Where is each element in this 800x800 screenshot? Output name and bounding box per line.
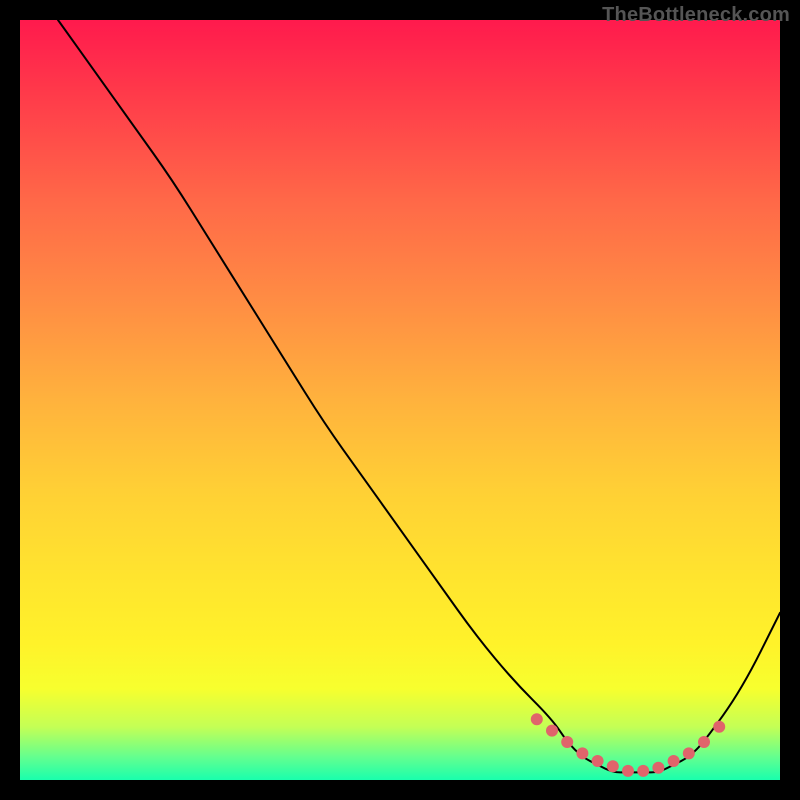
marker-dot — [698, 736, 710, 748]
marker-dot — [607, 760, 619, 772]
marker-dot — [546, 725, 558, 737]
marker-dot — [713, 721, 725, 733]
marker-dot — [561, 736, 573, 748]
curve-svg — [20, 20, 780, 780]
watermark-text: TheBottleneck.com — [602, 4, 790, 27]
marker-dot — [668, 755, 680, 767]
bottleneck-curve — [58, 20, 780, 772]
marker-dot — [652, 762, 664, 774]
highlighted-region — [531, 713, 725, 777]
marker-dot — [622, 765, 634, 777]
marker-dot — [576, 747, 588, 759]
marker-dot — [592, 755, 604, 767]
plot-area — [20, 20, 780, 780]
chart-frame: TheBottleneck.com — [0, 0, 800, 800]
marker-dot — [683, 747, 695, 759]
marker-dot — [531, 713, 543, 725]
marker-dot — [637, 765, 649, 777]
